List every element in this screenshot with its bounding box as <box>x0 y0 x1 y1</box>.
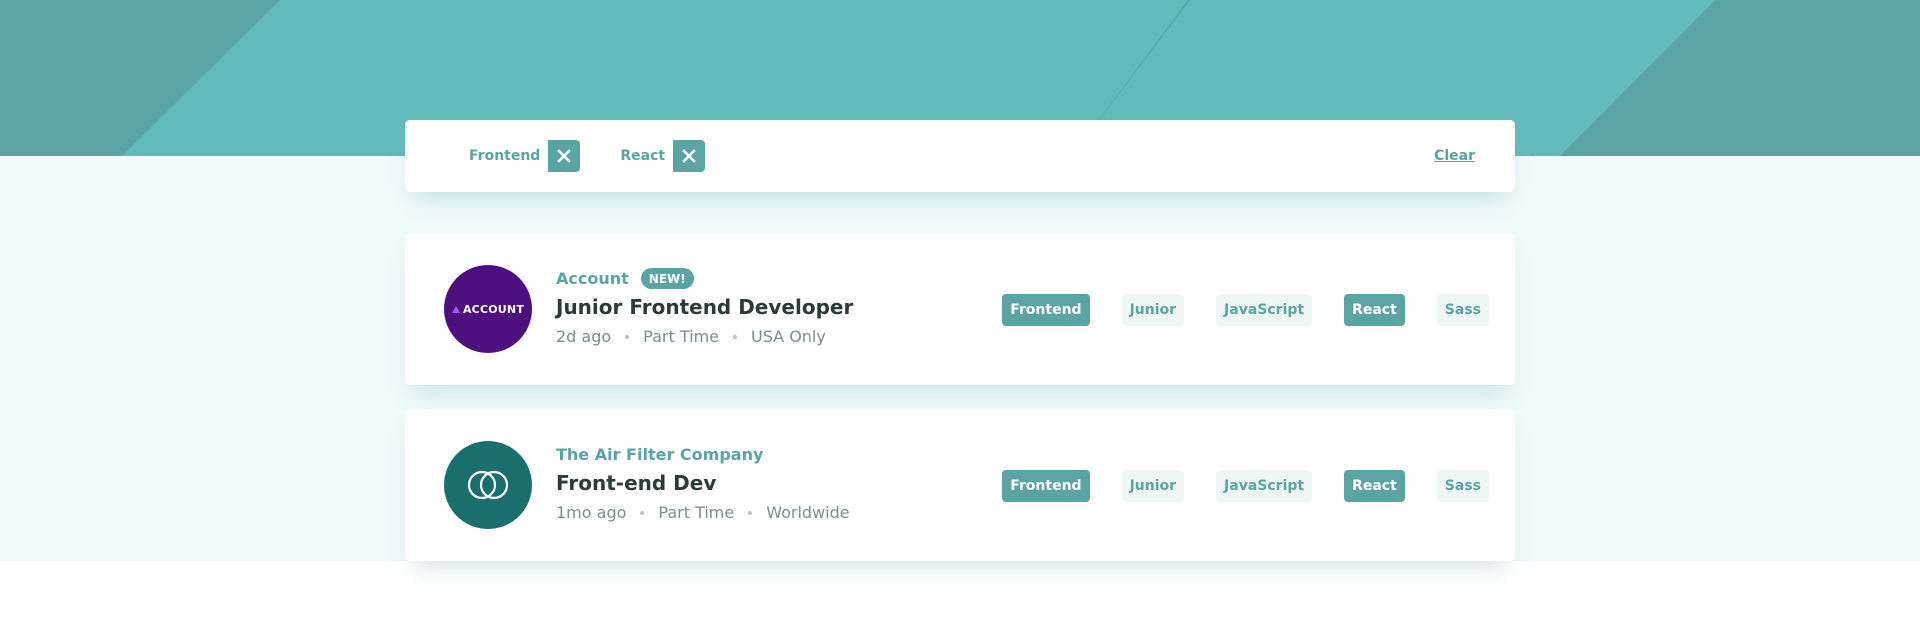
company-logo <box>444 441 532 529</box>
posted-at: 1mo ago <box>556 503 627 522</box>
tag-react[interactable]: React <box>1344 294 1405 326</box>
posted-at: 2d ago <box>556 327 612 346</box>
close-icon <box>557 149 572 163</box>
separator-dot <box>748 510 753 515</box>
separator-dot <box>625 334 630 339</box>
separator-dot <box>733 334 737 339</box>
filter-chip-label: React <box>620 148 666 164</box>
filter-bar: Frontend React Clear <box>405 120 1515 192</box>
new-badge: NEW! <box>640 267 694 289</box>
company-name: The Air Filter Company <box>556 444 764 464</box>
contract-type: Part Time <box>643 327 719 346</box>
clear-filters-link[interactable]: Clear <box>1434 148 1475 164</box>
job-title[interactable]: Junior Frontend Developer <box>556 295 853 319</box>
job-meta: 1mo ago Part Time Worldwide <box>556 503 850 522</box>
job-meta: 2d ago Part Time USA Only <box>556 327 853 346</box>
filter-chip-frontend: Frontend <box>469 140 581 172</box>
tag-javascript[interactable]: JavaScript <box>1216 470 1313 502</box>
company-row: Account NEW! <box>556 265 853 291</box>
job-tags: Frontend Junior JavaScript React Sass <box>970 294 1489 326</box>
job-title[interactable]: Front-end Dev <box>556 471 850 495</box>
logo-text: ACCOUNT <box>462 302 525 316</box>
interlocking-rings-icon <box>467 470 509 500</box>
company-logo: ACCOUNT <box>444 265 532 353</box>
close-icon <box>682 149 696 163</box>
job-location: USA Only <box>751 327 826 346</box>
remove-filter-button[interactable] <box>673 140 706 172</box>
triangle-icon <box>451 305 460 313</box>
job-info: The Air Filter Company Front-end Dev 1mo… <box>556 441 850 523</box>
tag-junior[interactable]: Junior <box>1121 470 1185 502</box>
remove-filter-button[interactable] <box>548 140 581 172</box>
tag-frontend[interactable]: Frontend <box>1002 294 1090 326</box>
job-location: Worldwide <box>766 503 850 522</box>
tag-javascript[interactable]: JavaScript <box>1216 294 1313 326</box>
job-listing-card: The Air Filter Company Front-end Dev 1mo… <box>405 409 1515 561</box>
filter-chip-label: Frontend <box>469 148 541 164</box>
tag-react[interactable]: React <box>1344 470 1405 502</box>
job-listing-card: ACCOUNT Account NEW! Junior Frontend Dev… <box>405 233 1515 385</box>
separator-dot <box>640 510 645 515</box>
contract-type: Part Time <box>658 503 735 522</box>
tag-sass[interactable]: Sass <box>1436 470 1489 502</box>
company-row: The Air Filter Company <box>556 441 850 467</box>
tag-frontend[interactable]: Frontend <box>1002 470 1090 502</box>
tag-junior[interactable]: Junior <box>1121 294 1185 326</box>
filter-chip-react: React <box>620 140 706 172</box>
tag-sass[interactable]: Sass <box>1436 294 1489 326</box>
job-info: Account NEW! Junior Frontend Developer 2… <box>556 265 853 346</box>
company-name: Account <box>556 268 629 288</box>
job-tags: Frontend Junior JavaScript React Sass <box>970 470 1489 502</box>
account-logo-wordmark: ACCOUNT <box>451 302 525 316</box>
